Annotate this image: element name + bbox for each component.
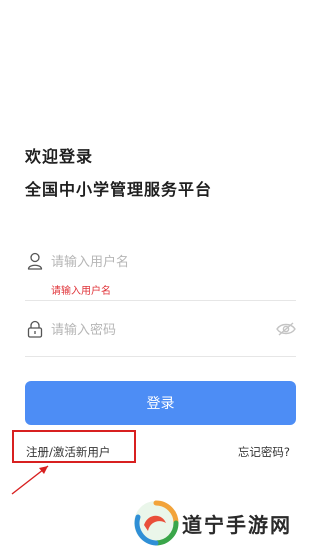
password-input[interactable] [51, 318, 271, 342]
forgot-password-link[interactable]: 忘记密码? [238, 444, 290, 460]
watermark: 道宁手游网 [130, 497, 320, 548]
annotation-arrow-icon [11, 465, 49, 495]
username-input[interactable] [51, 250, 271, 274]
username-field: 请输入用户名 [25, 250, 296, 301]
eye-icon[interactable] [276, 321, 296, 337]
login-button[interactable]: 登录 [25, 381, 296, 425]
username-error: 请输入用户名 [51, 286, 111, 297]
lock-icon [27, 320, 43, 338]
platform-title: 全国中小学管理服务平台 [25, 180, 213, 199]
password-field [25, 318, 296, 357]
watermark-logo-icon [134, 500, 179, 546]
welcome-heading: 欢迎登录 [25, 147, 94, 166]
user-icon [27, 252, 43, 270]
watermark-text: 道宁手游网 [182, 513, 292, 537]
